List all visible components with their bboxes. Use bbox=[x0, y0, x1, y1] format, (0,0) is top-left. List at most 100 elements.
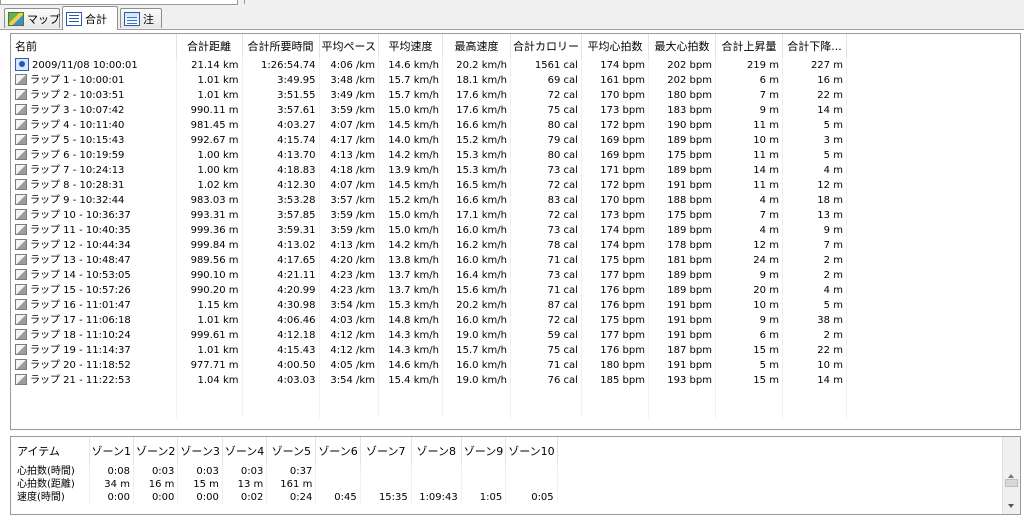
lap-value-cell: 9 m bbox=[715, 313, 783, 328]
lap-value-cell: 4:23 /km bbox=[319, 283, 379, 298]
lap-value-cell: 3:48 /km bbox=[319, 73, 379, 88]
zone-row[interactable]: 心拍数(時間) 0:08 0:03 0:03 0:03 0:37 bbox=[11, 465, 558, 478]
zone-row[interactable]: 速度(時間) 0:00 0:00 0:00 0:02 0:24 0:45 15:35 1:09:… bbox=[11, 491, 558, 504]
lap-value-cell: 17.6 km/h bbox=[442, 88, 511, 103]
tab-map[interactable]: マップ bbox=[4, 8, 60, 28]
lap-row[interactable]: ラップ 6 - 10:19:59 1.00 km 4:13.70 4:13 /km 14… bbox=[11, 148, 847, 163]
lap-value-cell: 59 cal bbox=[510, 328, 582, 343]
laps-column-header[interactable]: 合計下降... bbox=[782, 34, 847, 58]
lap-value-cell: 185 bpm bbox=[581, 373, 649, 388]
lap-value-cell: 15.3 km/h bbox=[442, 163, 511, 178]
lap-row[interactable]: ラップ 20 - 11:18:52 977.71 m 4:00.50 4:05 /km… bbox=[11, 358, 847, 373]
vertical-scrollbar[interactable] bbox=[1002, 437, 1020, 514]
lap-value-cell: 171 bpm bbox=[581, 163, 649, 178]
lap-value-cell: 1.00 km bbox=[176, 163, 243, 178]
zone-value-cell bbox=[461, 478, 507, 491]
zone-column-header[interactable]: ゾーン6 bbox=[315, 437, 361, 465]
lap-value-cell: 16.0 km/h bbox=[442, 358, 511, 373]
lap-value-cell: 6 m bbox=[715, 328, 783, 343]
lap-value-cell: 176 bpm bbox=[581, 298, 649, 313]
lap-row[interactable]: ラップ 19 - 11:14:37 1.01 km 4:15.43 4:12 /km 1… bbox=[11, 343, 847, 358]
empty-cell bbox=[176, 388, 243, 403]
lap-row[interactable]: ラップ 3 - 10:07:42 990.11 m 3:57.61 3:59 /km 1… bbox=[11, 103, 847, 118]
lap-row[interactable]: ラップ 1 - 10:00:01 1.01 km 3:49.95 3:48 /km 15… bbox=[11, 73, 847, 88]
lap-name-cell: ラップ 2 - 10:03:51 bbox=[11, 88, 177, 103]
lap-name: ラップ 1 - 10:00:01 bbox=[30, 75, 125, 86]
zone-column-header[interactable]: ゾーン9 bbox=[461, 437, 507, 465]
scroll-up-arrow-icon[interactable] bbox=[1008, 474, 1014, 478]
zone-item-name: 心拍数(距離) bbox=[11, 478, 90, 491]
laps-column-header[interactable]: 平均心拍数 bbox=[581, 34, 649, 58]
lap-value-cell: 14 m bbox=[782, 373, 847, 388]
lap-row[interactable]: ラップ 4 - 10:11:40 981.45 m 4:03.27 4:07 /km 1… bbox=[11, 118, 847, 133]
lap-value-cell: 188 bpm bbox=[648, 193, 716, 208]
lap-row[interactable]: ラップ 9 - 10:32:44 983.03 m 3:53.28 3:57 /km 1… bbox=[11, 193, 847, 208]
lap-row[interactable]: ラップ 7 - 10:24:13 1.00 km 4:18.83 4:18 /km 13… bbox=[11, 163, 847, 178]
lap-name: ラップ 6 - 10:19:59 bbox=[30, 150, 125, 161]
lap-value-cell: 1.01 km bbox=[176, 73, 243, 88]
lap-name: ラップ 16 - 11:01:47 bbox=[30, 300, 131, 311]
zone-column-header[interactable]: ゾーン2 bbox=[133, 437, 179, 465]
lap-value-cell: 87 cal bbox=[510, 298, 582, 313]
laps-column-header[interactable]: 合計上昇量 bbox=[715, 34, 783, 58]
laps-column-header[interactable]: 平均速度 bbox=[378, 34, 443, 58]
zone-value-cell bbox=[360, 465, 412, 478]
session-total-row[interactable]: 2009/11/08 10:00:01 21.14 km 1:26:54.74 4:0… bbox=[11, 58, 847, 73]
lap-row[interactable]: ラップ 15 - 10:57:26 990.20 m 4:20.99 4:23 /km… bbox=[11, 283, 847, 298]
lap-row[interactable]: ラップ 8 - 10:28:31 1.02 km 4:12.30 4:07 /km 14… bbox=[11, 178, 847, 193]
lap-row[interactable]: ラップ 12 - 10:44:34 999.84 m 4:13.02 4:13 /km… bbox=[11, 238, 847, 253]
empty-cell bbox=[442, 403, 511, 418]
lap-row[interactable]: ラップ 11 - 10:40:35 999.36 m 3:59.31 3:59 /km… bbox=[11, 223, 847, 238]
lap-name: ラップ 12 - 10:44:34 bbox=[30, 240, 131, 251]
lap-name-cell: ラップ 18 - 11:10:24 bbox=[11, 328, 177, 343]
scroll-down-arrow-icon[interactable] bbox=[1008, 504, 1014, 508]
lap-value-cell: 180 bpm bbox=[648, 88, 716, 103]
lap-row[interactable]: ラップ 14 - 10:53:05 990.10 m 4:21.11 4:23 /km… bbox=[11, 268, 847, 283]
lap-row[interactable]: ラップ 18 - 11:10:24 999.61 m 4:12.18 4:12 /km… bbox=[11, 328, 847, 343]
lap-name-cell: ラップ 12 - 10:44:34 bbox=[11, 238, 177, 253]
lap-value-cell: 1.00 km bbox=[176, 148, 243, 163]
lap-row[interactable]: ラップ 5 - 10:15:43 992.67 m 4:15.74 4:17 /km 1… bbox=[11, 133, 847, 148]
lap-name-cell: 2009/11/08 10:00:01 bbox=[11, 58, 177, 73]
lap-value-cell: 17.1 km/h bbox=[442, 208, 511, 223]
zone-column-header[interactable]: ゾーン8 bbox=[411, 437, 462, 465]
lap-value-cell: 14.3 km/h bbox=[378, 343, 443, 358]
lap-row[interactable]: ラップ 17 - 11:06:18 1.01 km 4:06.46 4:03 /km 1… bbox=[11, 313, 847, 328]
lap-row[interactable]: ラップ 21 - 11:22:53 1.04 km 4:03.03 3:54 /km 1… bbox=[11, 373, 847, 388]
lap-value-cell: 175 bpm bbox=[648, 208, 716, 223]
lap-row[interactable]: ラップ 16 - 11:01:47 1.15 km 4:30.98 3:54 /km 1… bbox=[11, 298, 847, 313]
scroll-thumb[interactable] bbox=[1005, 479, 1018, 487]
lap-value-cell: 4:07 /km bbox=[319, 118, 379, 133]
lap-row[interactable]: ラップ 2 - 10:03:51 1.01 km 3:51.55 3:49 /km 15… bbox=[11, 88, 847, 103]
zone-column-header[interactable]: アイテム bbox=[11, 437, 90, 465]
laps-table-panel: 名前 合計距離 合計所要時間 平均ペース 平均速度 最高速度 合計カロリー 平均心拍数 最大心拍… bbox=[10, 33, 1021, 430]
zone-column-header[interactable]: ゾーン7 bbox=[360, 437, 412, 465]
laps-column-header[interactable]: 最高速度 bbox=[442, 34, 511, 58]
lap-name: ラップ 21 - 11:22:53 bbox=[30, 375, 131, 386]
tab-summary[interactable]: 合計 bbox=[62, 6, 118, 30]
lap-row[interactable]: ラップ 13 - 10:48:47 989.56 m 4:17.65 4:20 /km… bbox=[11, 253, 847, 268]
lap-row[interactable]: ラップ 10 - 10:36:37 993.31 m 3:57.85 3:59 /km… bbox=[11, 208, 847, 223]
lap-value-cell: 177 bpm bbox=[581, 328, 649, 343]
laps-column-header[interactable]: 最大心拍数 bbox=[648, 34, 716, 58]
lap-value-cell: 173 bpm bbox=[581, 103, 649, 118]
laps-column-header[interactable]: 合計カロリー bbox=[510, 34, 582, 58]
zone-column-header[interactable]: ゾーン4 bbox=[222, 437, 268, 465]
laps-column-header[interactable]: 平均ペース bbox=[319, 34, 379, 58]
zone-column-header[interactable]: ゾーン3 bbox=[177, 437, 223, 465]
zone-column-header[interactable]: ゾーン1 bbox=[89, 437, 134, 465]
laps-column-header[interactable]: 合計所要時間 bbox=[242, 34, 320, 58]
lap-value-cell: 14 m bbox=[782, 103, 847, 118]
zones-table: アイテム ゾーン1 ゾーン2 ゾーン3 ゾーン4 ゾーン5 ゾーン6 ゾーン7 ゾーン8 ゾーン9… bbox=[11, 437, 558, 504]
zone-column-header[interactable]: ゾーン5 bbox=[266, 437, 317, 465]
laps-column-header[interactable]: 名前 bbox=[11, 34, 177, 58]
lap-name-cell: ラップ 13 - 10:48:47 bbox=[11, 253, 177, 268]
laps-column-header[interactable]: 合計距離 bbox=[176, 34, 243, 58]
lap-icon bbox=[15, 344, 27, 355]
lap-value-cell: 4:03.03 bbox=[242, 373, 320, 388]
lap-value-cell: 71 cal bbox=[510, 283, 582, 298]
zone-column-header[interactable]: ゾーン10 bbox=[505, 437, 558, 465]
lap-value-cell: 4:06.46 bbox=[242, 313, 320, 328]
zone-row[interactable]: 心拍数(距離) 34 m 16 m 15 m 13 m 161 m bbox=[11, 478, 558, 491]
tab-notes[interactable]: 注 bbox=[120, 8, 162, 28]
